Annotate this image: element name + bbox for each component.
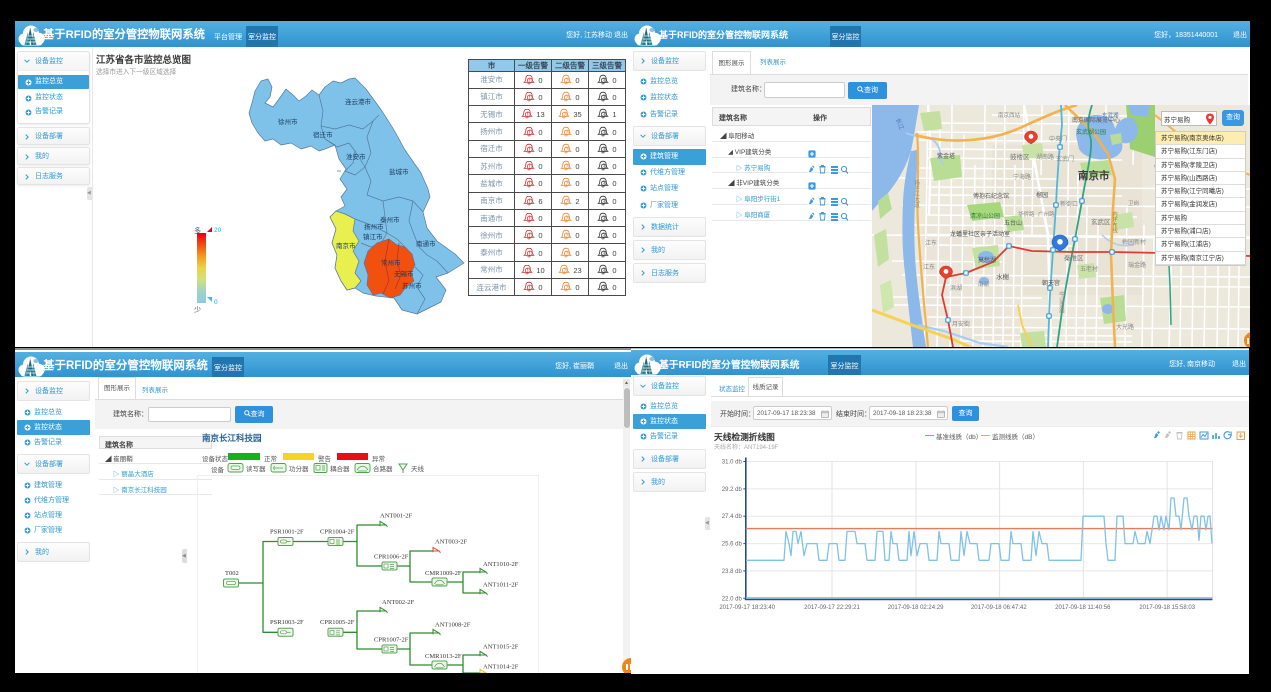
svg-text:ANT1014-2F: ANT1014-2F <box>483 664 519 671</box>
svg-text:中山南路: 中山南路 <box>1058 290 1065 315</box>
svg-text:玄武湖公园: 玄武湖公园 <box>1076 128 1106 136</box>
svg-text:27.4 db: 27.4 db <box>722 514 743 520</box>
svg-text:2017-09-18 11:40:56: 2017-09-18 11:40:56 <box>1055 605 1111 611</box>
svg-text:清凉山公园: 清凉山公园 <box>970 212 1000 220</box>
svg-text:PSR1003-2F: PSR1003-2F <box>270 619 304 626</box>
svg-text:读写器: 读写器 <box>246 464 266 473</box>
svg-text:连云港市: 连云港市 <box>345 97 372 106</box>
svg-text:合路器: 合路器 <box>373 464 393 473</box>
svg-text:ANT002-2F: ANT002-2F <box>382 599 415 606</box>
svg-text:T002: T002 <box>225 570 239 577</box>
svg-text:瑞金路: 瑞金路 <box>1128 261 1146 269</box>
svg-text:ANT1010-2F: ANT1010-2F <box>483 561 519 568</box>
svg-text:紫金塔: 紫金塔 <box>937 152 955 160</box>
svg-text:傅抱石纪念馆: 傅抱石纪念馆 <box>973 192 1009 200</box>
svg-text:耦合器: 耦合器 <box>330 464 350 473</box>
svg-text:2017-09-17 18:23:40: 2017-09-17 18:23:40 <box>719 605 775 611</box>
svg-text:江东: 江东 <box>923 263 935 271</box>
svg-text:CPR1004-2F: CPR1004-2F <box>320 529 355 536</box>
svg-text:秦淮区: 秦淮区 <box>1064 253 1084 262</box>
svg-text:扬子江大道: 扬子江大道 <box>913 179 920 209</box>
svg-text:南京市: 南京市 <box>336 241 356 250</box>
svg-text:功分器: 功分器 <box>289 464 309 473</box>
svg-text:2017-09-18 02:24:29: 2017-09-18 02:24:29 <box>888 605 944 611</box>
svg-text:宁海路: 宁海路 <box>1013 173 1031 181</box>
svg-text:南京市: 南京市 <box>1078 169 1110 182</box>
svg-text:华侨路: 华侨路 <box>1018 210 1035 218</box>
svg-text:中央门: 中央门 <box>1049 135 1067 143</box>
svg-text:31.0 db: 31.0 db <box>722 460 743 466</box>
svg-text:2017-09-18 15:58:03: 2017-09-18 15:58:03 <box>1139 605 1195 611</box>
svg-text:宿迁市: 宿迁市 <box>313 130 333 139</box>
svg-text:常州市: 常州市 <box>381 258 401 267</box>
svg-text:龙蟠里社区亲子活动室: 龙蟠里社区亲子活动室 <box>950 230 1010 238</box>
svg-text:南湖: 南湖 <box>978 280 990 288</box>
svg-text:莫愁湖: 莫愁湖 <box>978 256 996 264</box>
svg-text:月安街: 月安街 <box>952 320 970 328</box>
svg-text:CMR1009-2F: CMR1009-2F <box>425 570 462 577</box>
svg-text:徐州市: 徐州市 <box>278 117 298 126</box>
svg-text:CMR1013-2F: CMR1013-2F <box>425 653 462 660</box>
svg-text:23.8 db: 23.8 db <box>722 569 743 575</box>
svg-text:泰州市: 泰州市 <box>380 215 400 224</box>
svg-text:玄武门: 玄武门 <box>1056 155 1074 163</box>
svg-text:五老村: 五老村 <box>1080 265 1098 273</box>
svg-text:水榭: 水榭 <box>996 272 1010 281</box>
svg-text:天线: 天线 <box>411 464 425 473</box>
svg-text:鼓楼区: 鼓楼区 <box>1010 152 1030 161</box>
svg-text:新街口: 新街口 <box>1060 200 1078 208</box>
svg-text:五台山: 五台山 <box>1004 219 1022 227</box>
svg-text:盐城市: 盐城市 <box>389 167 409 176</box>
svg-text:梅园新村: 梅园新村 <box>1122 238 1146 246</box>
svg-text:镇江市: 镇江市 <box>363 232 383 241</box>
svg-text:榴园: 榴园 <box>1036 191 1048 199</box>
svg-text:ANT1015-2F: ANT1015-2F <box>483 644 519 651</box>
svg-text:苏州市: 苏州市 <box>402 281 422 290</box>
svg-text:无锡市: 无锡市 <box>394 269 414 278</box>
svg-text:ANT003-2F: ANT003-2F <box>435 539 468 546</box>
svg-text:大光路: 大光路 <box>1116 323 1134 331</box>
svg-text:内环东线: 内环东线 <box>1111 210 1118 234</box>
svg-text:玄武湖: 玄武湖 <box>1102 111 1119 119</box>
svg-text:朝天宫: 朝天宫 <box>1042 279 1060 287</box>
svg-text:PSR1001-2F: PSR1001-2F <box>270 529 304 536</box>
svg-text:ANT001-2F: ANT001-2F <box>380 513 413 520</box>
svg-text:25.6 db: 25.6 db <box>722 542 743 548</box>
svg-text:ANT1011-2F: ANT1011-2F <box>483 582 519 589</box>
svg-text:南通市: 南通市 <box>416 239 436 248</box>
svg-text:卫岗: 卫岗 <box>1128 200 1139 207</box>
svg-text:广州路: 广州路 <box>1038 210 1055 218</box>
svg-text:CPR1006-2F: CPR1006-2F <box>374 554 409 561</box>
svg-text:南京西站: 南京西站 <box>998 111 1021 119</box>
svg-text:ANT1008-2F: ANT1008-2F <box>435 622 471 629</box>
svg-text:CPR1005-2F: CPR1005-2F <box>320 619 355 626</box>
svg-text:2017-09-18 06:47:42: 2017-09-18 06:47:42 <box>971 605 1027 611</box>
svg-text:玄武区: 玄武区 <box>1091 217 1111 226</box>
svg-text:滨湖: 滨湖 <box>950 284 962 292</box>
svg-text:29.2 db: 29.2 db <box>722 487 743 493</box>
svg-text:江东: 江东 <box>925 239 937 247</box>
svg-text:CPR1007-2F: CPR1007-2F <box>374 637 409 644</box>
svg-text:22.0 db: 22.0 db <box>722 596 743 602</box>
svg-text:淮安市: 淮安市 <box>346 152 366 161</box>
svg-text:湖南路: 湖南路 <box>1036 153 1054 161</box>
svg-text:2017-09-17 22:29:21: 2017-09-17 22:29:21 <box>804 605 860 611</box>
